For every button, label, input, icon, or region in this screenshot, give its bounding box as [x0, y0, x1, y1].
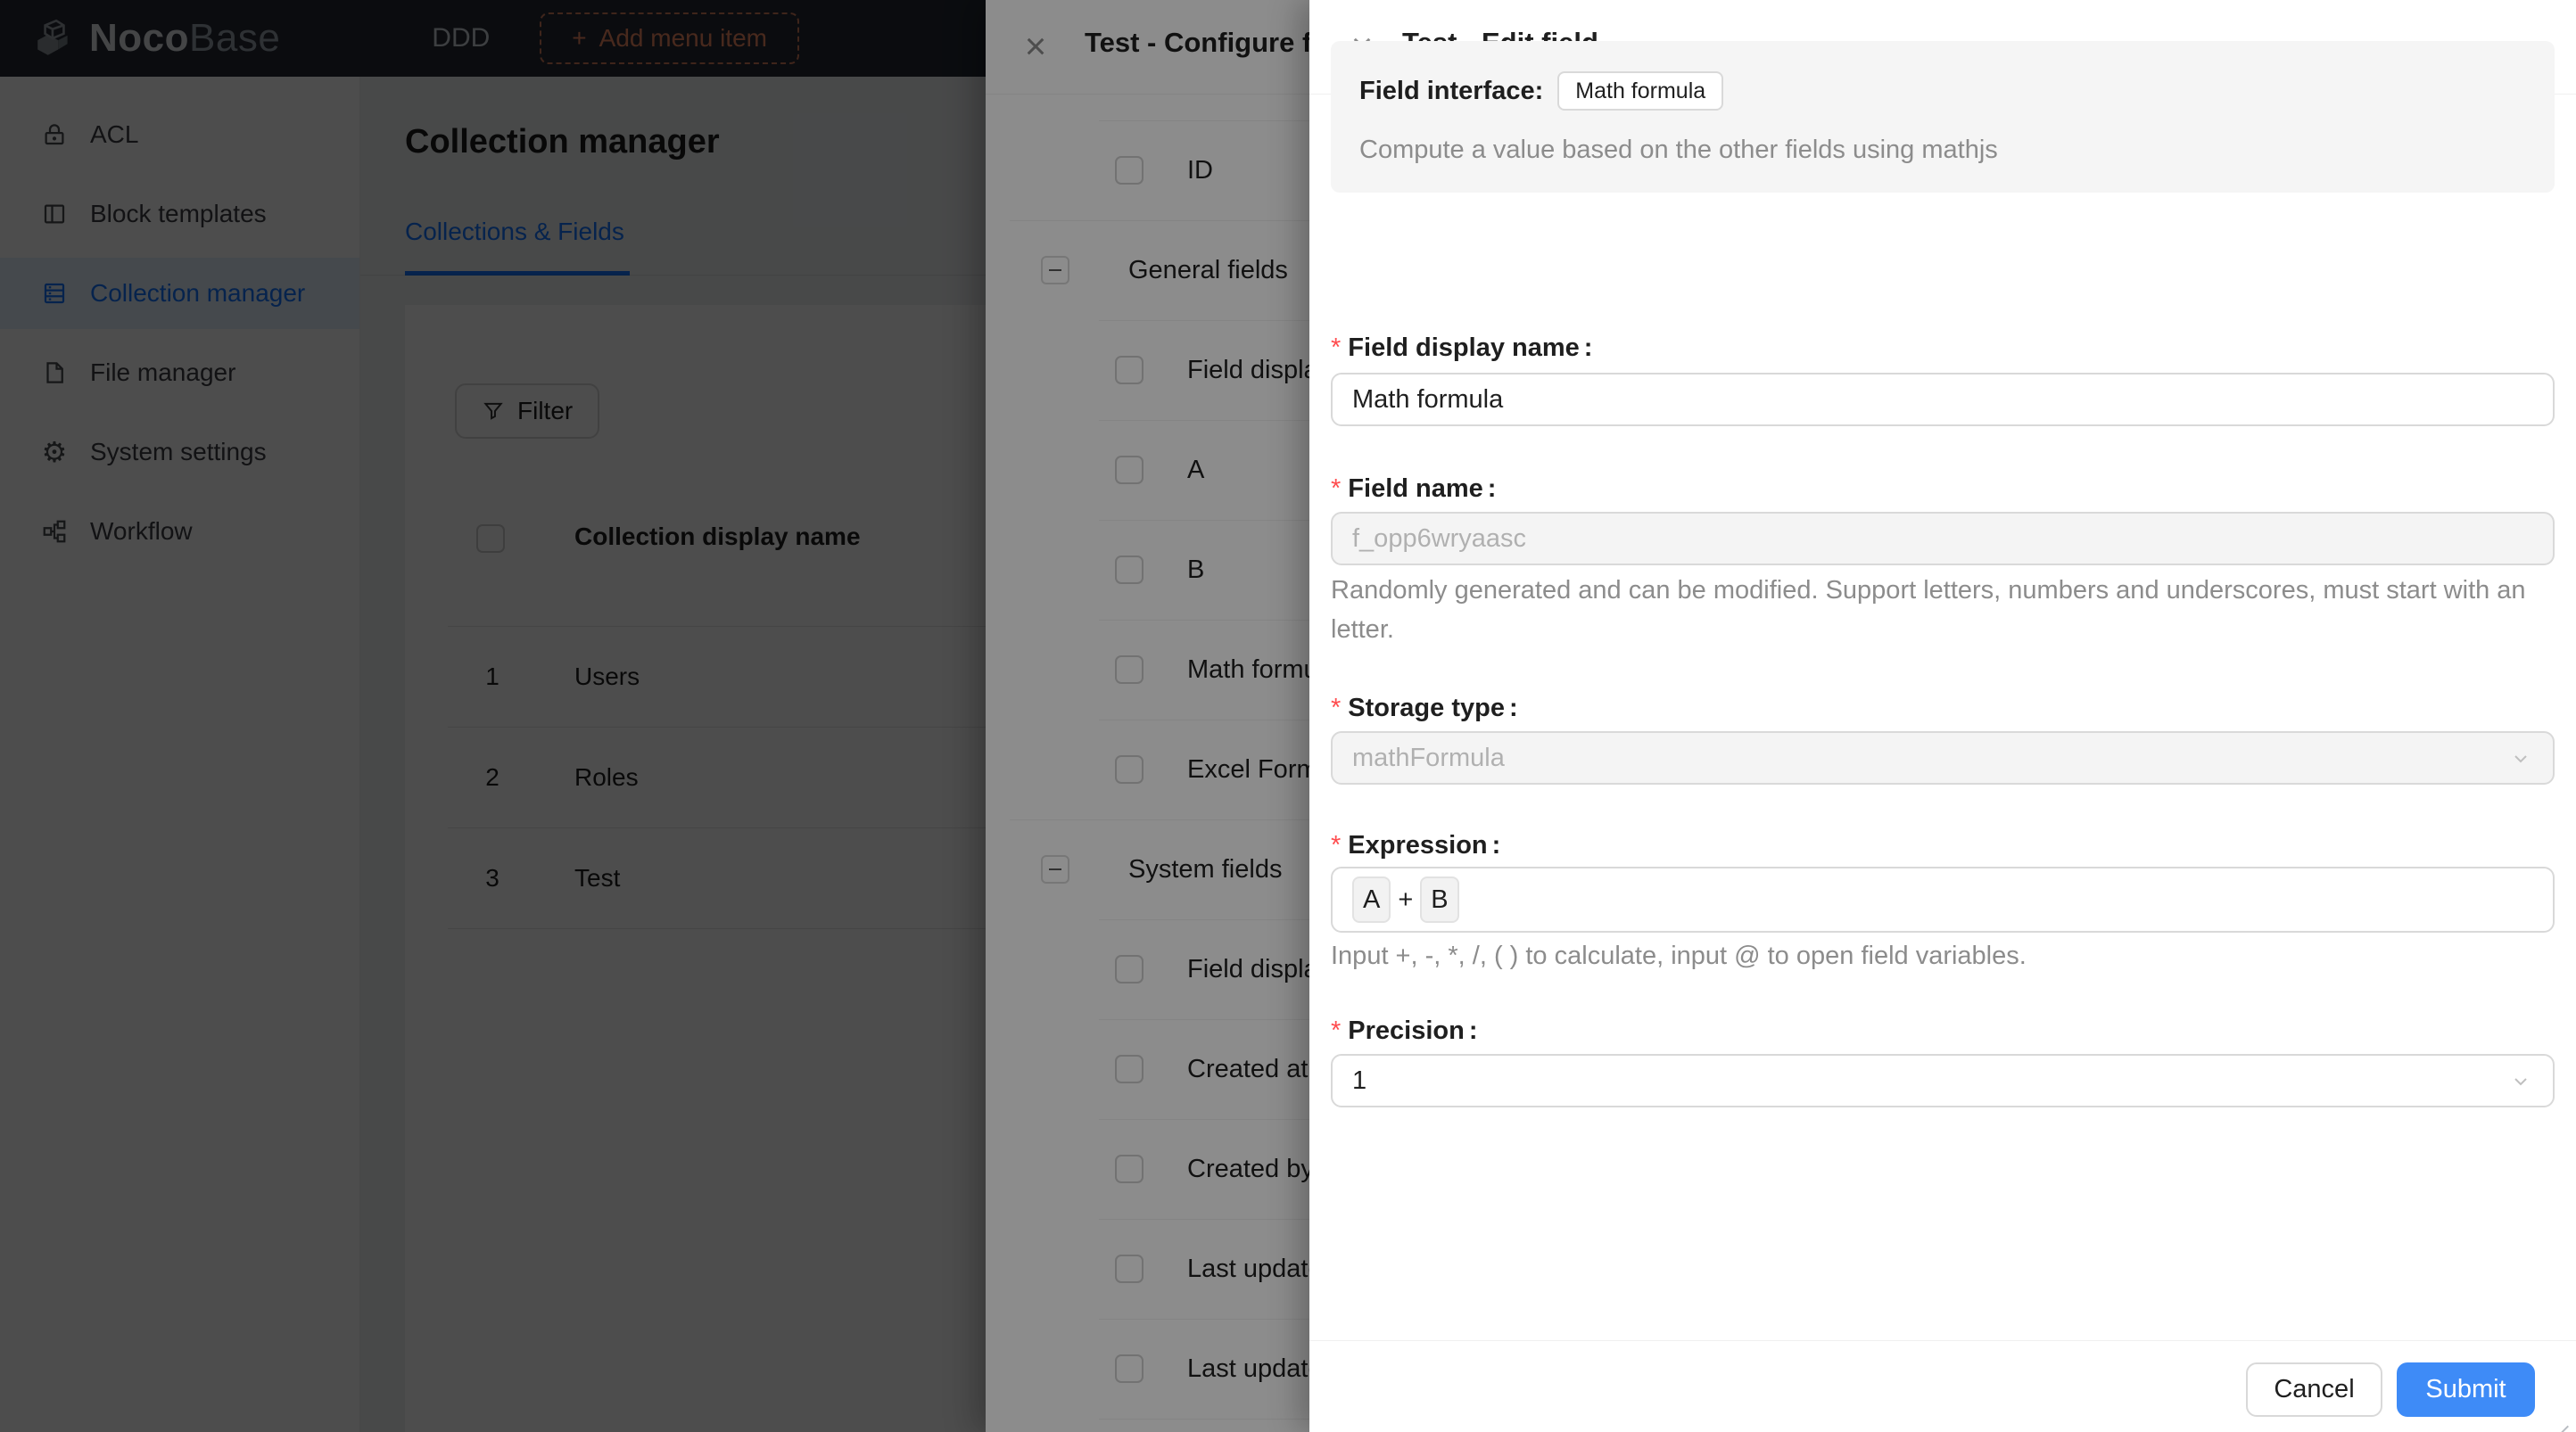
- precision-value: 1: [1352, 1066, 1367, 1095]
- storage-type-value: mathFormula: [1352, 743, 1505, 772]
- resize-handle[interactable]: [2540, 1398, 2571, 1428]
- precision-select[interactable]: 1: [1331, 1054, 2555, 1107]
- chevron-down-icon: [2510, 747, 2531, 769]
- field-interface-label: Field interface:: [1359, 76, 1544, 105]
- expression-operator: +: [1398, 885, 1414, 914]
- edit-field-drawer-footer: Cancel Submit: [1309, 1340, 2576, 1432]
- field-display-name-input[interactable]: Math formula: [1331, 373, 2555, 426]
- cancel-button[interactable]: Cancel: [2246, 1362, 2382, 1417]
- expression-help-text: Input +, -, *, /, ( ) to calculate, inpu…: [1331, 942, 2027, 970]
- field-name-input[interactable]: f_opp6wryaasc: [1331, 512, 2555, 565]
- field-interface-info-box: Field interface: Math formula Compute a …: [1331, 41, 2555, 193]
- storage-type-select[interactable]: mathFormula: [1331, 731, 2555, 785]
- expression-input[interactable]: A + B: [1331, 867, 2555, 933]
- chevron-down-icon: [2510, 1070, 2531, 1091]
- field-display-name-value: Math formula: [1352, 384, 1504, 414]
- storage-type-label: Storage type: [1331, 694, 1518, 723]
- field-interface-description: Compute a value based on the other field…: [1359, 136, 1998, 164]
- field-name-value: f_opp6wryaasc: [1352, 523, 1527, 553]
- expression-label: Expression: [1331, 831, 1500, 860]
- field-interface-tag: Math formula: [1557, 71, 1724, 111]
- field-display-name-label: Field display name: [1331, 333, 1592, 363]
- edit-field-drawer: × Test - Edit field Field interface: Mat…: [1309, 0, 2576, 1432]
- field-name-label: Field name: [1331, 474, 1496, 504]
- submit-button[interactable]: Submit: [2397, 1362, 2535, 1417]
- precision-label: Precision: [1331, 1016, 1478, 1046]
- expression-token-a[interactable]: A: [1352, 876, 1391, 923]
- expression-token-b[interactable]: B: [1420, 876, 1459, 923]
- field-name-help-text: Randomly generated and can be modified. …: [1331, 576, 2526, 644]
